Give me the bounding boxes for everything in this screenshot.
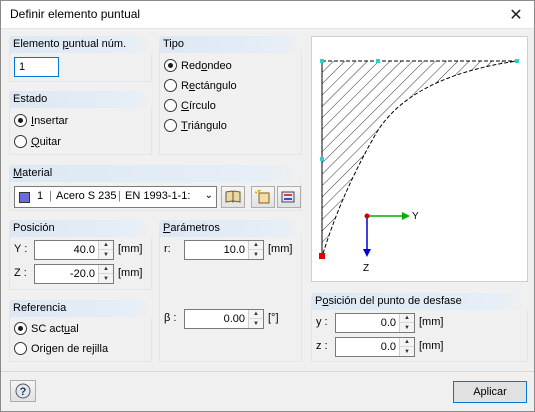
material-dropdown[interactable]: 1 | Acero S 235 | EN 1993-1-1: ⌄ <box>14 186 217 208</box>
chevron-down-icon: ⌄ <box>204 190 213 201</box>
beta-spinner[interactable]: ▲ ▼ <box>248 310 263 328</box>
window-title: Definir elemento puntual <box>10 7 141 21</box>
r-label: r: <box>164 243 171 255</box>
offset-y-unit: [mm] <box>419 316 444 328</box>
parametros-group: Parámetros r: 10.0 ▲ ▼ [mm] β : 0.00 ▲ ▼ [… <box>159 220 302 362</box>
pos-z-label: Z : <box>14 267 27 279</box>
material-number: 1 <box>37 190 44 202</box>
help-icon: ? <box>15 383 31 399</box>
pos-y-spinner[interactable]: ▲ ▼ <box>98 241 113 259</box>
radio-origen-rejilla[interactable]: Origen de re j illa <box>14 342 108 355</box>
edit-material-button[interactable] <box>277 186 301 208</box>
desfase-group: Posición del punto de desfase y : 0.0 ▲ ▼… <box>311 293 528 362</box>
radio-insertar[interactable]: Insertar <box>14 114 68 127</box>
material-norm: EN 1993-1-1: <box>125 190 191 202</box>
offset-z-input[interactable]: 0.0 ▲ ▼ <box>335 337 415 357</box>
material-library-button[interactable] <box>221 186 245 208</box>
pos-z-unit: [mm] <box>118 267 143 279</box>
pos-z-spinner[interactable]: ▲ ▼ <box>98 265 113 283</box>
r-unit: [mm] <box>268 243 293 255</box>
tipo-group: Tipo Red o ndeo Re ctángulo Círculo Triángu… <box>159 36 302 155</box>
node-marker <box>320 157 324 161</box>
offset-z-spinner[interactable]: ▲ ▼ <box>399 338 414 356</box>
radio-sc-actual[interactable]: SC act u al <box>14 322 79 335</box>
new-material-icon <box>255 190 270 204</box>
beta-label: β : <box>164 312 177 324</box>
material-group: Material 1 | Acero S 235 | EN 1993-1-1: … <box>9 165 302 211</box>
dialog-window: Definir elemento puntual ✕ Elemento punt… <box>0 0 535 412</box>
svg-text:?: ? <box>20 386 27 398</box>
help-button[interactable]: ? <box>10 380 36 402</box>
referencia-group: Referencia SC act u al Origen de re j illa <box>9 300 152 362</box>
close-icon[interactable]: ✕ <box>498 1 534 28</box>
element-number-group: Elemento puntual núm. 1 <box>9 36 152 82</box>
beta-input[interactable]: 0.00 ▲ ▼ <box>184 309 264 329</box>
r-spinner[interactable]: ▲ ▼ <box>248 241 263 259</box>
axis-y-label: Y <box>412 211 419 222</box>
r-input[interactable]: 10.0 ▲ ▼ <box>184 240 264 260</box>
apply-button[interactable]: Aplicar <box>453 381 527 403</box>
element-number-input[interactable]: 1 <box>14 57 59 77</box>
posicion-group: Posición Y : 40.0 ▲ ▼ [mm] Z : -20.0 ▲ ▼ [… <box>9 220 152 290</box>
offset-z-unit: [mm] <box>419 340 444 352</box>
pos-z-input[interactable]: -20.0 ▲ ▼ <box>34 264 114 284</box>
point-element-marker <box>319 253 325 259</box>
beta-unit: [°] <box>268 312 279 324</box>
pos-y-input[interactable]: 40.0 ▲ ▼ <box>34 240 114 260</box>
pos-y-unit: [mm] <box>118 243 143 255</box>
shape-preview: Y Z <box>311 36 528 282</box>
title-bar: Definir elemento puntual ✕ <box>1 1 534 29</box>
origin-marker <box>364 213 370 219</box>
offset-y-input[interactable]: 0.0 ▲ ▼ <box>335 313 415 333</box>
radio-circulo[interactable]: Círculo <box>164 99 216 112</box>
offset-y-label: y : <box>316 316 328 328</box>
new-material-button[interactable] <box>251 186 275 208</box>
radio-triangulo[interactable]: Triángulo <box>164 119 227 132</box>
pos-y-label: Y : <box>14 243 28 255</box>
edit-material-icon <box>281 191 295 203</box>
offset-y-spinner[interactable]: ▲ ▼ <box>399 314 414 332</box>
material-name: Acero S 235 <box>56 190 117 202</box>
fillet-diagram: Y Z <box>319 59 519 274</box>
radio-redondeo[interactable]: Red o ndeo <box>164 59 232 72</box>
axis-z-label: Z <box>363 263 369 274</box>
book-icon <box>225 190 241 203</box>
offset-z-label: z : <box>316 340 328 352</box>
node-marker <box>515 59 519 63</box>
radio-quitar[interactable]: Quitar <box>14 135 61 148</box>
node-marker <box>320 59 324 63</box>
node-marker <box>376 59 380 63</box>
radio-rectangulo[interactable]: Re ctángulo <box>164 79 237 92</box>
estado-group: Estado Insertar Quitar <box>9 91 152 155</box>
material-color-swatch <box>19 192 30 203</box>
